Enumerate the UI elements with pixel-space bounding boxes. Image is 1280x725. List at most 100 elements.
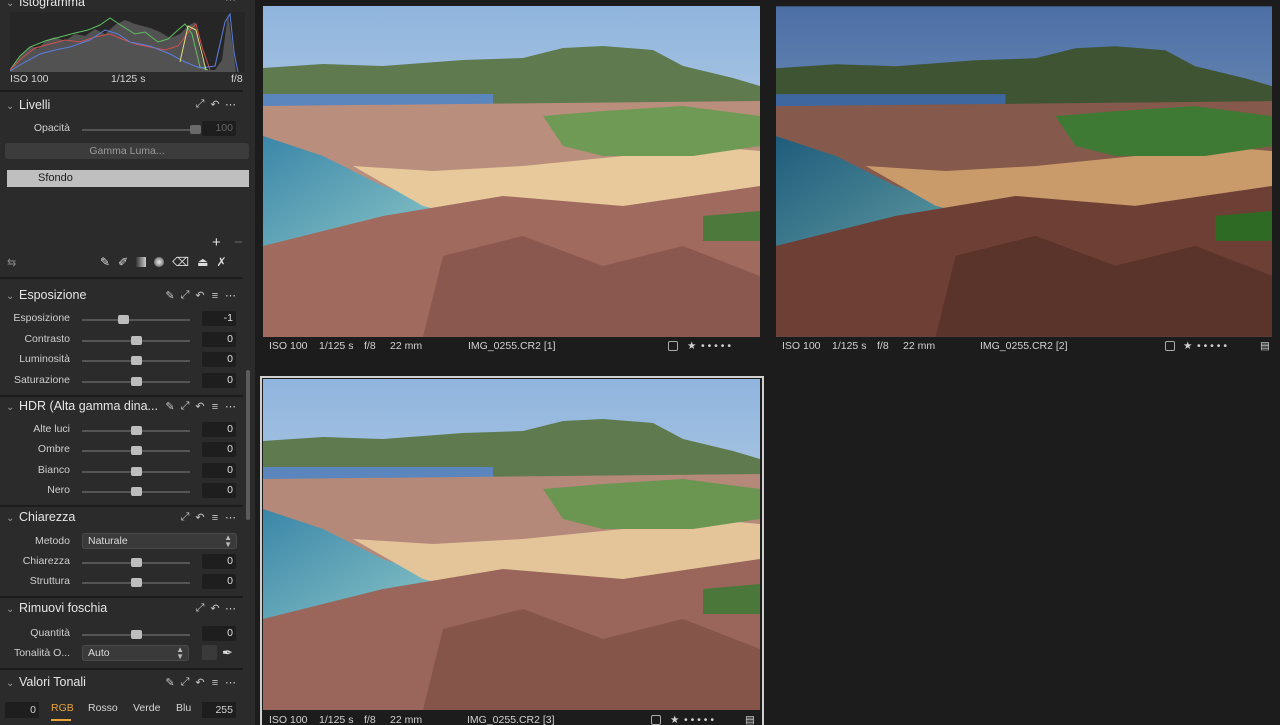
more-icon[interactable]: ⋯ [225, 676, 236, 689]
more-icon[interactable]: ⋯ [225, 98, 236, 111]
rating-dots[interactable]: • • • • • [1197, 340, 1227, 352]
gradient-icon[interactable] [136, 257, 147, 267]
levels-title[interactable]: ⌄ Valori Tonali [6, 675, 86, 689]
reset-icon[interactable]: ↶ [210, 602, 220, 615]
stamp-icon[interactable]: ⏏ [197, 255, 208, 269]
swap-icon[interactable]: ⇆ [7, 256, 16, 269]
slider-knob[interactable] [131, 356, 142, 365]
photo-thumbnail[interactable] [263, 379, 760, 710]
hdr-title[interactable]: ⌄ HDR (Alta gamma dina... [6, 399, 158, 413]
dehaze-title[interactable]: ⌄ Rimuovi foschia [6, 601, 107, 615]
slider-track[interactable] [82, 356, 190, 365]
expand-icon[interactable]: ⤢ [180, 676, 190, 689]
opacity-value[interactable]: 100 [202, 121, 236, 136]
slider-knob[interactable] [131, 466, 142, 476]
expand-icon[interactable]: ⤢ [195, 602, 205, 615]
slider-value[interactable]: 0 [202, 574, 236, 589]
slider-value[interactable]: 0 [202, 422, 236, 437]
opacity-slider[interactable] [82, 125, 201, 134]
channel-blue-tab[interactable]: Blu [176, 702, 191, 714]
tone-color-swatch[interactable] [202, 645, 217, 660]
more-icon[interactable]: ⋯ [225, 602, 236, 615]
histogram-more-icon[interactable]: ⋯ [225, 0, 236, 6]
slider-track[interactable] [82, 315, 190, 324]
rating-dots[interactable]: • • • • • [701, 340, 731, 352]
photo-thumbnail[interactable] [776, 6, 1272, 337]
opacity-knob[interactable] [190, 125, 201, 134]
slider-knob[interactable] [131, 486, 142, 496]
expand-icon[interactable]: ⤢ [180, 511, 190, 524]
slider-value[interactable]: 0 [202, 352, 236, 367]
radial-icon[interactable] [154, 257, 165, 267]
amount-slider[interactable] [82, 630, 190, 639]
auto-icon[interactable]: ✎ [165, 289, 175, 302]
star-icon[interactable]: ★ [1183, 340, 1192, 352]
rating-dots[interactable]: • • • • • [684, 714, 714, 725]
add-layer-icon[interactable]: + [212, 234, 221, 251]
presets-icon[interactable]: ≡ [210, 677, 220, 689]
slider-value[interactable]: 0 [202, 331, 236, 347]
slider-track[interactable] [82, 558, 190, 567]
amount-value[interactable]: 0 [202, 626, 236, 641]
exposure-title[interactable]: ⌄ Esposizione [6, 288, 86, 302]
reset-icon[interactable]: ↶ [195, 676, 205, 689]
slider-knob[interactable] [131, 446, 142, 456]
presets-icon[interactable]: ≡ [210, 512, 220, 524]
slider-value[interactable]: 0 [202, 442, 236, 458]
photo-thumbnail[interactable] [263, 6, 760, 337]
slider-value[interactable]: 0 [202, 462, 236, 478]
remove-layer-icon[interactable]: − [234, 234, 243, 251]
slider-track[interactable] [82, 466, 190, 476]
eyedropper-icon[interactable]: ✒ [222, 645, 233, 661]
sidebar-scrollbar[interactable] [246, 370, 250, 520]
clear-icon[interactable]: ✗ [216, 255, 226, 269]
levels-low-value[interactable]: 0 [5, 702, 39, 718]
layers-title[interactable]: ⌄ Livelli [6, 98, 50, 112]
auto-brush-icon[interactable]: ✐ [118, 255, 128, 269]
expand-icon[interactable]: ⤢ [180, 400, 190, 413]
reset-icon[interactable]: ↶ [195, 511, 205, 524]
reset-icon[interactable]: ↶ [195, 400, 205, 413]
slider-track[interactable] [82, 335, 190, 345]
slider-knob[interactable] [131, 335, 142, 345]
channel-green-tab[interactable]: Verde [133, 702, 160, 714]
histogram-title[interactable]: ⌄ Istogramma [6, 0, 85, 9]
clarity-title[interactable]: ⌄ Chiarezza [6, 510, 75, 524]
star-icon[interactable]: ★ [687, 340, 696, 352]
method-select[interactable]: Naturale ▲ ▼ [82, 533, 237, 549]
slider-knob[interactable] [131, 558, 142, 567]
slider-track[interactable] [82, 578, 190, 587]
brush-icon[interactable]: ✎ [100, 255, 110, 269]
more-icon[interactable]: ⋯ [225, 289, 236, 302]
levels-high-value[interactable]: 255 [202, 702, 236, 718]
tone-select[interactable]: Auto ▲ ▼ [82, 645, 189, 661]
presets-icon[interactable]: ≡ [210, 401, 220, 413]
expand-icon[interactable]: ⤢ [180, 289, 190, 302]
auto-icon[interactable]: ✎ [165, 676, 175, 689]
slider-value[interactable]: 0 [202, 372, 236, 388]
slider-track[interactable] [82, 486, 190, 496]
slider-track[interactable] [82, 446, 190, 456]
auto-icon[interactable]: ✎ [165, 400, 175, 413]
channel-rgb-tab[interactable]: RGB [51, 702, 74, 714]
reset-icon[interactable]: ↶ [195, 289, 205, 302]
reset-icon[interactable]: ↶ [210, 98, 220, 111]
slider-knob[interactable] [131, 426, 142, 435]
slider-knob[interactable] [118, 315, 130, 324]
gamma-luma-button[interactable]: Gamma Luma... [5, 143, 249, 159]
amount-knob[interactable] [131, 630, 142, 639]
channel-red-tab[interactable]: Rosso [88, 702, 118, 714]
more-icon[interactable]: ⋯ [225, 511, 236, 524]
slider-knob[interactable] [131, 578, 142, 587]
slider-knob[interactable] [131, 376, 142, 386]
slider-track[interactable] [82, 376, 190, 386]
more-icon[interactable]: ⋯ [225, 400, 236, 413]
star-icon[interactable]: ★ [670, 714, 679, 725]
expand-icon[interactable]: ⤢ [195, 98, 205, 111]
slider-track[interactable] [82, 426, 190, 435]
slider-value[interactable]: -1 [202, 311, 236, 326]
slider-value[interactable]: 0 [202, 554, 236, 569]
presets-icon[interactable]: ≡ [210, 290, 220, 302]
layer-row-background[interactable]: Sfondo [7, 170, 249, 187]
eraser-icon[interactable]: ⌫ [172, 255, 189, 269]
